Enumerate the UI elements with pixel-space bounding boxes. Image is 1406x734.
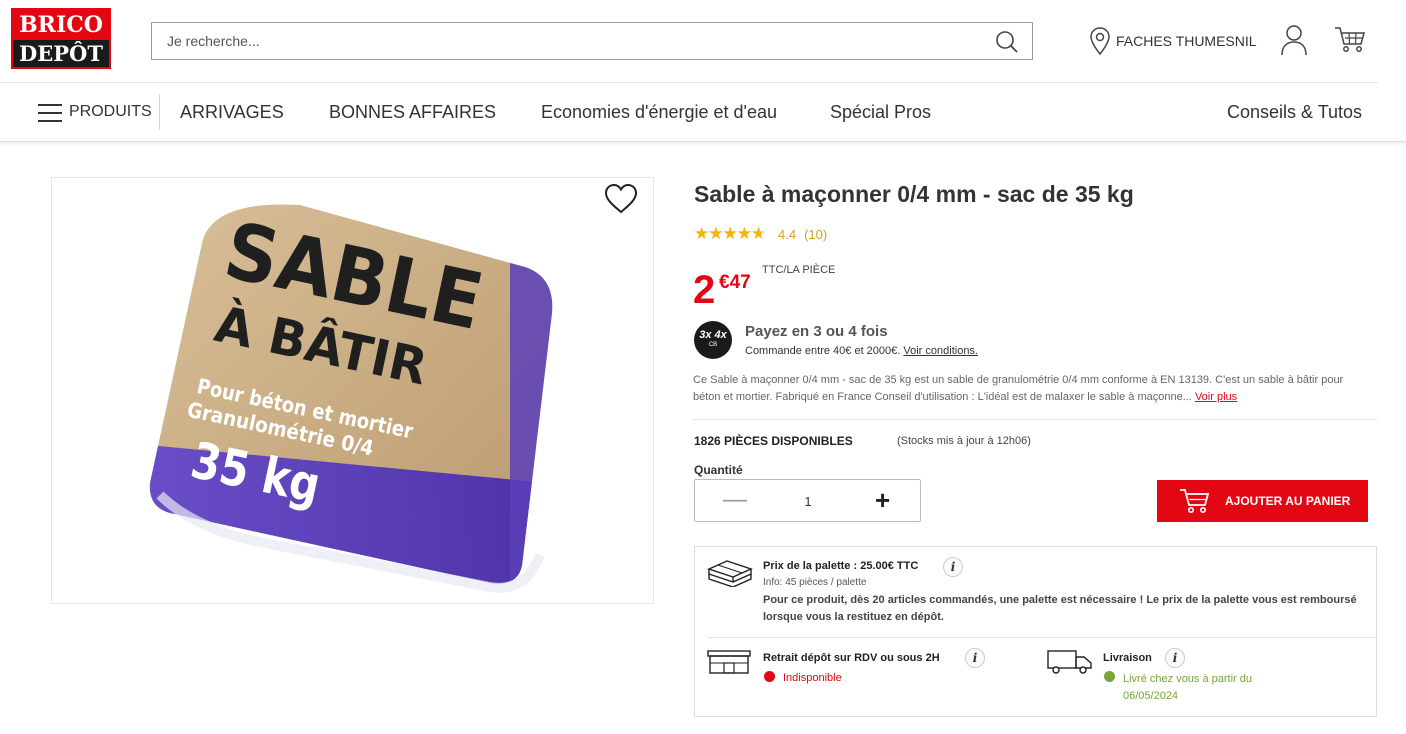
add-to-cart-button[interactable]: AJOUTER AU PANIER (1157, 480, 1368, 522)
installment-badge: 3x 4x CB (694, 321, 732, 359)
product-rating[interactable]: ★★★★★ ★★★★★ 4.4 (10) (694, 224, 827, 243)
pickup-info-icon[interactable]: i (965, 648, 985, 668)
nav-item-conseils-tutos[interactable]: Conseils & Tutos (1227, 102, 1362, 123)
search-icon[interactable] (994, 29, 1020, 55)
brico-depot-logo[interactable]: BRICO DEPÔT (11, 8, 111, 69)
badge-3x4x: 3x 4x (699, 329, 727, 341)
review-count[interactable]: (10) (804, 227, 827, 242)
panel-divider (707, 637, 1377, 638)
quantity-decrease-button[interactable]: — (723, 488, 747, 512)
quantity-input[interactable] (775, 490, 841, 512)
availability-panel: Prix de la palette : 25.00€ TTC i Info: … (694, 546, 1377, 717)
delivery-status: Livré chez vous à partir du 06/05/2024 (1123, 673, 1253, 702)
search-input[interactable] (153, 24, 973, 58)
store-pickup-icon (707, 650, 751, 674)
description-text: Ce Sable à maçonner 0/4 mm - sac de 35 k… (693, 374, 1344, 403)
badge-cb: CB (708, 342, 718, 348)
menu-icon[interactable] (38, 104, 62, 122)
nav-item-bonnes-affaires[interactable]: BONNES AFFAIRES (329, 102, 496, 123)
quantity-label: Quantité (694, 463, 743, 477)
price-integer: 2 (693, 268, 715, 312)
product-image: SABLE À BÂTIR Pour béton et mortier Gran… (149, 204, 553, 593)
cart-icon (1180, 489, 1210, 514)
unavailable-dot (764, 671, 775, 682)
user-account-icon[interactable] (1280, 24, 1308, 56)
delivery-title: Livraison (1103, 652, 1152, 664)
search-bar (151, 22, 1033, 60)
quantity-increase-button[interactable]: + (875, 487, 890, 513)
installment-subtitle: Commande entre 40€ et 2000€. Voir condit… (745, 345, 978, 357)
pickup-status: Indisponible (783, 672, 842, 684)
pallet-price: Prix de la palette : 25.00€ TTC (763, 560, 919, 572)
store-name: FACHES THUMESNIL (1116, 33, 1257, 49)
pallet-note: Pour ce produit, dès 20 articles command… (763, 594, 1357, 623)
delivery-info-icon[interactable]: i (1165, 648, 1185, 668)
cart-icon[interactable] (1334, 26, 1366, 54)
pallet-info-icon[interactable]: i (943, 557, 963, 577)
location-pin-icon (1090, 27, 1110, 56)
nav-products[interactable]: PRODUITS (69, 103, 152, 121)
nav-divider (159, 94, 160, 130)
description-divider (693, 419, 1377, 420)
rating-stars: ★★★★★ ★★★★★ (694, 224, 770, 243)
nav-item-economies[interactable]: Economies d'énergie et d'eau (541, 102, 777, 123)
main-navigation: PRODUITS ARRIVAGES BONNES AFFAIRES Econo… (0, 83, 1406, 142)
pallet-info: Info: 45 pièces / palette (763, 577, 867, 588)
price-unit: TTC/LA PIÈCE (762, 264, 836, 276)
quantity-stepper: — + (694, 479, 921, 522)
installment-title: Payez en 3 ou 4 fois (745, 323, 888, 340)
product-description: Ce Sable à maçonner 0/4 mm - sac de 35 k… (693, 372, 1361, 406)
store-selector[interactable]: FACHES THUMESNIL (1088, 26, 1257, 56)
pickup-title: Retrait dépôt sur RDV ou sous 2H (763, 652, 940, 664)
add-to-cart-label: AJOUTER AU PANIER (1225, 494, 1351, 508)
header: BRICO DEPÔT FACHES THUMESNIL (0, 0, 1406, 82)
price-decimals: €47 (719, 272, 751, 293)
logo-bottom-text: DEPÔT (13, 40, 109, 67)
delivery-truck-icon (1047, 650, 1092, 674)
read-more-link[interactable]: Voir plus (1195, 391, 1237, 403)
rating-value: 4.4 (778, 226, 797, 242)
pallet-icon (707, 560, 753, 587)
nav-item-arrivages[interactable]: ARRIVAGES (180, 102, 284, 123)
available-dot (1104, 671, 1115, 682)
wishlist-heart-icon[interactable] (604, 183, 638, 215)
nav-item-special-pros[interactable]: Spécial Pros (830, 102, 931, 123)
installment-range: Commande entre 40€ et 2000€. (745, 345, 901, 357)
stars-filled: ★★★★★ (694, 224, 761, 243)
logo-top-text: BRICO (13, 10, 109, 40)
installment-conditions-link[interactable]: Voir conditions. (903, 345, 978, 357)
stock-update-time: (Stocks mis à jour à 12h06) (897, 435, 1031, 447)
product-title: Sable à maçonner 0/4 mm - sac de 35 kg (694, 181, 1134, 207)
stock-availability: 1826 PIÈCES DISPONIBLES (694, 434, 853, 448)
